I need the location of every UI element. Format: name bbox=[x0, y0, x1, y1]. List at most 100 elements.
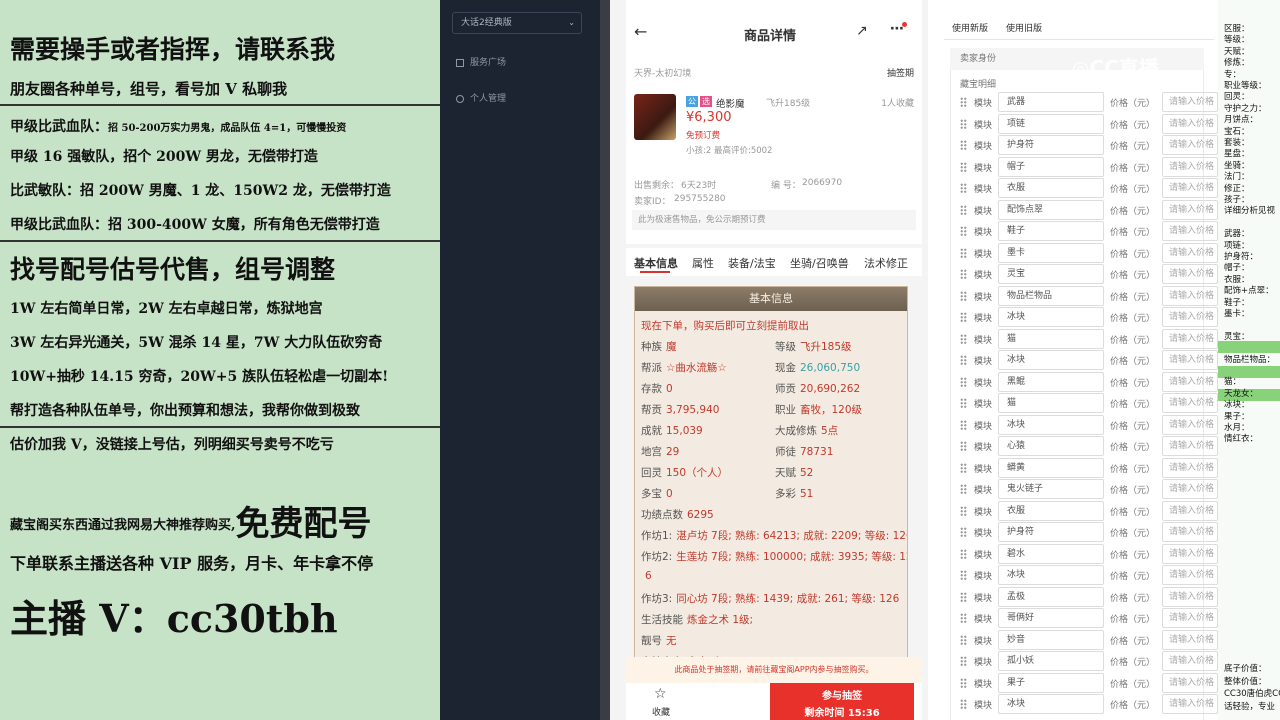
drag-handle-icon[interactable] bbox=[960, 183, 967, 193]
character-avatar[interactable] bbox=[634, 94, 676, 140]
drag-handle-icon[interactable] bbox=[960, 290, 967, 301]
tab-basic[interactable]: 基本信息 bbox=[634, 255, 678, 271]
item-name-field[interactable]: 冰块 bbox=[998, 307, 1104, 327]
drag-handle-icon[interactable] bbox=[960, 484, 967, 494]
price-input[interactable]: 请输入价格 bbox=[1162, 457, 1218, 478]
drag-handle-icon[interactable] bbox=[960, 140, 967, 150]
item-name-field[interactable]: 碧水 bbox=[998, 543, 1104, 564]
price-input[interactable]: 请输入价格 bbox=[1162, 328, 1218, 349]
tab-old-version[interactable]: 使用旧版 bbox=[1006, 21, 1042, 34]
drag-handle-icon[interactable] bbox=[960, 699, 967, 709]
item-name-field[interactable]: 果子 bbox=[998, 672, 1104, 693]
price-input[interactable]: 请输入价格 bbox=[1162, 479, 1218, 499]
drag-handle-icon[interactable] bbox=[960, 398, 967, 408]
drag-handle-icon[interactable] bbox=[960, 419, 967, 430]
item-name-field[interactable]: 妙音 bbox=[998, 629, 1104, 650]
item-name-field[interactable]: 灵宝 bbox=[998, 264, 1104, 284]
sidebar-item-personal[interactable]: 个人管理 bbox=[456, 91, 506, 104]
drag-handle-icon[interactable] bbox=[960, 570, 967, 580]
item-name-field[interactable]: 冰块 bbox=[998, 350, 1104, 370]
back-arrow-icon[interactable]: ← bbox=[634, 22, 647, 41]
price-input[interactable]: 请输入价格 bbox=[1162, 522, 1218, 542]
price-input[interactable]: 请输入价格 bbox=[1162, 629, 1218, 650]
drag-handle-icon[interactable] bbox=[960, 677, 967, 688]
price-input[interactable]: 请输入价格 bbox=[1162, 651, 1218, 671]
item-name-field[interactable]: 冰块 bbox=[998, 565, 1104, 585]
tab-spells[interactable]: 法术修正 bbox=[864, 255, 908, 271]
tab-new-version[interactable]: 使用新版 bbox=[952, 21, 988, 34]
item-name-field[interactable]: 心猿 bbox=[998, 436, 1104, 456]
item-name-field[interactable]: 鞋子 bbox=[998, 221, 1104, 241]
price-input[interactable]: 请输入价格 bbox=[1162, 672, 1218, 693]
price-input[interactable]: 请输入价格 bbox=[1162, 221, 1218, 241]
price-input[interactable]: 请输入价格 bbox=[1162, 500, 1218, 521]
item-name-field[interactable]: 孟极 bbox=[998, 586, 1104, 607]
drag-handle-icon[interactable] bbox=[960, 312, 967, 322]
item-name-field[interactable]: 哥俩好 bbox=[998, 608, 1104, 628]
price-input[interactable]: 请输入价格 bbox=[1162, 694, 1218, 714]
price-input[interactable]: 请输入价格 bbox=[1162, 350, 1218, 370]
price-input[interactable]: 请输入价格 bbox=[1162, 156, 1218, 177]
price-input[interactable]: 请输入价格 bbox=[1162, 178, 1218, 198]
price-input[interactable]: 请输入价格 bbox=[1162, 586, 1218, 607]
drag-handle-icon[interactable] bbox=[960, 161, 967, 172]
tab-equipment[interactable]: 装备/法宝 bbox=[728, 255, 776, 271]
server-select[interactable]: 大话2经典版 ⌄ bbox=[452, 12, 582, 34]
item-name-field[interactable]: 孤小妖 bbox=[998, 651, 1104, 671]
item-name-field[interactable]: 鬼火链子 bbox=[998, 479, 1104, 499]
item-name-field[interactable]: 物品栏物品 bbox=[998, 285, 1104, 306]
price-input[interactable]: 请输入价格 bbox=[1162, 414, 1218, 435]
price-input[interactable]: 请输入价格 bbox=[1162, 393, 1218, 413]
drag-handle-icon[interactable] bbox=[960, 462, 967, 473]
item-name-field[interactable]: 冰块 bbox=[998, 694, 1104, 714]
drag-handle-icon[interactable] bbox=[960, 656, 967, 666]
drag-handle-icon[interactable] bbox=[960, 613, 967, 623]
item-name-field[interactable]: 蟒黄 bbox=[998, 457, 1104, 478]
drag-handle-icon[interactable] bbox=[960, 226, 967, 236]
item-name-field[interactable]: 帽子 bbox=[998, 156, 1104, 177]
price-input[interactable]: 请输入价格 bbox=[1162, 242, 1218, 263]
price-input[interactable]: 请输入价格 bbox=[1162, 92, 1218, 112]
item-name-field[interactable]: 衣服 bbox=[998, 500, 1104, 521]
drag-handle-icon[interactable] bbox=[960, 355, 967, 365]
price-input[interactable]: 请输入价格 bbox=[1162, 113, 1218, 134]
share-icon[interactable]: ↗ bbox=[856, 23, 868, 39]
drag-handle-icon[interactable] bbox=[960, 247, 967, 258]
drag-handle-icon[interactable] bbox=[960, 204, 967, 215]
draw-button[interactable]: 参与抽签 剩余时间 15:36 bbox=[770, 683, 914, 720]
sidebar-item-service[interactable]: 服务广场 bbox=[456, 55, 506, 68]
item-name-field[interactable]: 猫 bbox=[998, 393, 1104, 413]
drag-handle-icon[interactable] bbox=[960, 591, 967, 602]
drag-handle-icon[interactable] bbox=[960, 634, 967, 645]
item-name-field[interactable]: 冰块 bbox=[998, 414, 1104, 435]
item-name-field[interactable]: 配饰点翠 bbox=[998, 199, 1104, 220]
item-name-field[interactable]: 猫 bbox=[998, 328, 1104, 349]
price-input[interactable]: 请输入价格 bbox=[1162, 135, 1218, 155]
price-input[interactable]: 请输入价格 bbox=[1162, 264, 1218, 284]
item-name-field[interactable]: 黑鲲 bbox=[998, 371, 1104, 392]
item-name-field[interactable]: 武器 bbox=[998, 92, 1104, 112]
drag-handle-icon[interactable] bbox=[960, 97, 967, 107]
star-icon[interactable]: ☆ bbox=[654, 686, 667, 702]
item-name-field[interactable]: 护身符 bbox=[998, 522, 1104, 542]
item-name-field[interactable]: 衣服 bbox=[998, 178, 1104, 198]
drag-handle-icon[interactable] bbox=[960, 548, 967, 559]
drag-handle-icon[interactable] bbox=[960, 527, 967, 537]
tab-attributes[interactable]: 属性 bbox=[692, 255, 714, 271]
price-input[interactable]: 请输入价格 bbox=[1162, 285, 1218, 306]
drag-handle-icon[interactable] bbox=[960, 441, 967, 451]
drag-handle-icon[interactable] bbox=[960, 376, 967, 387]
item-name-field[interactable]: 项链 bbox=[998, 113, 1104, 134]
drag-handle-icon[interactable] bbox=[960, 505, 967, 516]
price-input[interactable]: 请输入价格 bbox=[1162, 436, 1218, 456]
price-input[interactable]: 请输入价格 bbox=[1162, 307, 1218, 327]
price-input[interactable]: 请输入价格 bbox=[1162, 608, 1218, 628]
price-input[interactable]: 请输入价格 bbox=[1162, 371, 1218, 392]
price-input[interactable]: 请输入价格 bbox=[1162, 199, 1218, 220]
drag-handle-icon[interactable] bbox=[960, 118, 967, 129]
price-input[interactable]: 请输入价格 bbox=[1162, 543, 1218, 564]
tab-mounts[interactable]: 坐骑/召唤兽 bbox=[790, 255, 849, 271]
drag-handle-icon[interactable] bbox=[960, 333, 967, 344]
item-name-field[interactable]: 墨卡 bbox=[998, 242, 1104, 263]
item-name-field[interactable]: 护身符 bbox=[998, 135, 1104, 155]
